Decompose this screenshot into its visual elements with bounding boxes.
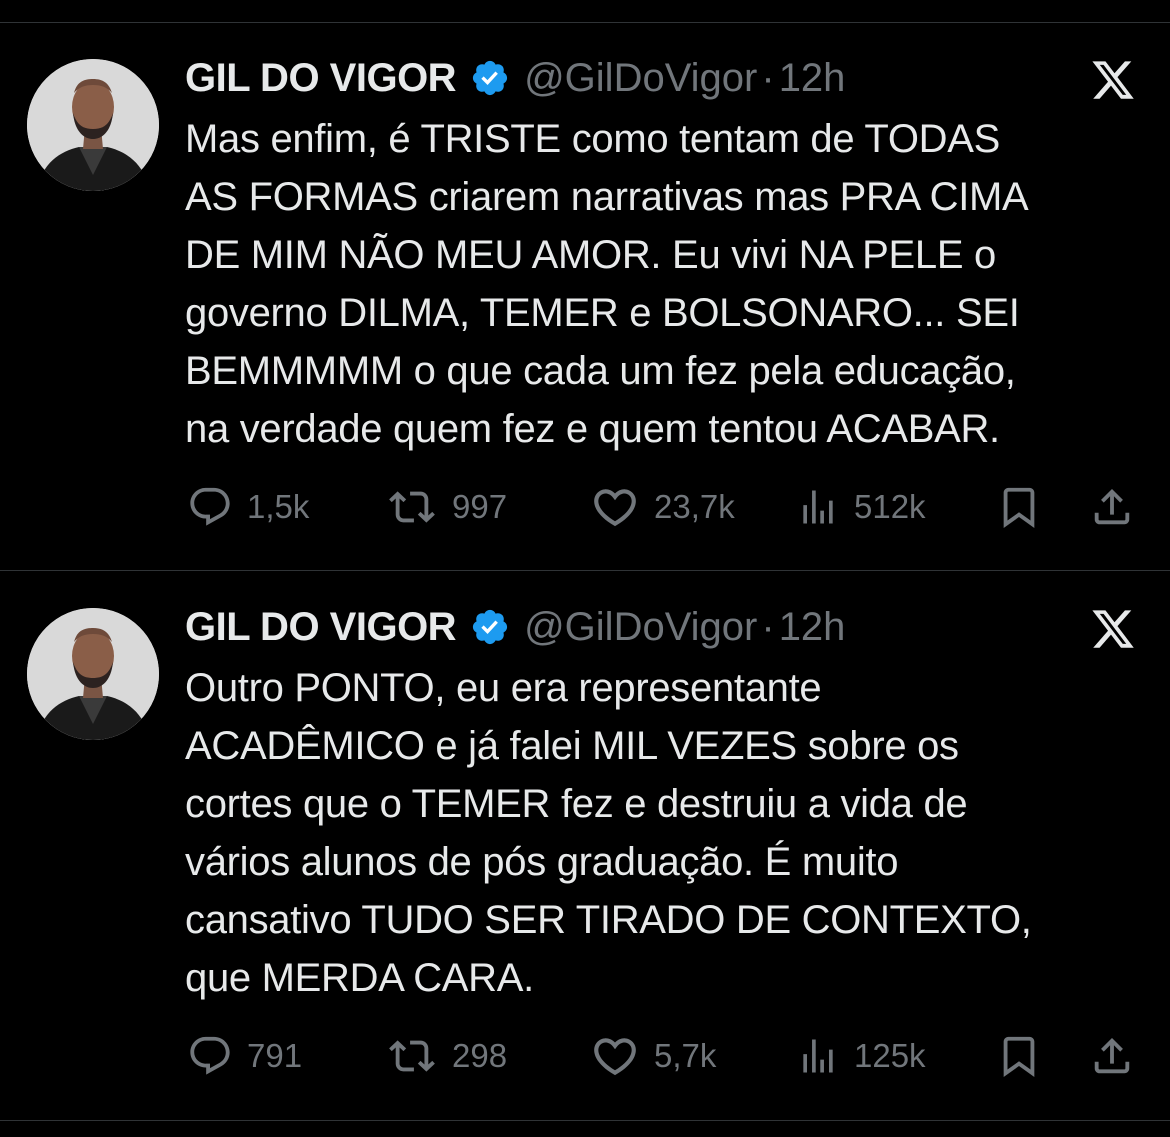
like-button[interactable]: 5,7k xyxy=(590,1031,716,1081)
reply-count: 1,5k xyxy=(247,488,310,525)
retweet-count: 997 xyxy=(452,488,508,525)
bookmark-button[interactable] xyxy=(996,482,1042,532)
share-button[interactable] xyxy=(1088,1031,1136,1081)
heart-icon xyxy=(590,482,640,532)
views-icon xyxy=(796,1033,840,1079)
tweet-card[interactable]: GIL DO VIGOR @GilDoVigor · 12h Outro PON… xyxy=(0,571,1170,1121)
handle[interactable]: @GilDoVigor xyxy=(524,605,757,650)
verified-badge-icon xyxy=(470,607,510,647)
avatar[interactable] xyxy=(27,608,159,740)
share-icon xyxy=(1088,1033,1136,1079)
avatar[interactable] xyxy=(27,59,159,191)
views-button[interactable]: 512k xyxy=(796,482,926,532)
bookmark-icon xyxy=(996,1033,1042,1079)
tweet-card[interactable]: GIL DO VIGOR @GilDoVigor · 12h Mas enfim… xyxy=(0,0,1170,570)
handle[interactable]: @GilDoVigor xyxy=(524,56,757,101)
tweet-text: Outro PONTO, eu era representante ACADÊM… xyxy=(185,666,1032,1000)
timestamp[interactable]: 12h xyxy=(779,56,846,101)
tweet-header: GIL DO VIGOR @GilDoVigor · 12h xyxy=(185,601,845,653)
bookmark-icon xyxy=(996,484,1042,530)
view-count: 512k xyxy=(854,488,926,525)
reply-icon xyxy=(187,484,233,530)
timestamp[interactable]: 12h xyxy=(779,605,846,650)
reply-button[interactable]: 1,5k xyxy=(187,482,309,532)
like-count: 23,7k xyxy=(654,488,735,525)
reply-button[interactable]: 791 xyxy=(187,1031,302,1081)
share-icon xyxy=(1088,484,1136,530)
view-count: 125k xyxy=(854,1037,926,1074)
x-logo-icon xyxy=(1088,606,1138,652)
like-button[interactable]: 23,7k xyxy=(590,482,735,532)
separator-dot: · xyxy=(761,604,775,649)
x-logo-icon xyxy=(1088,57,1138,103)
display-name[interactable]: GIL DO VIGOR xyxy=(185,56,457,101)
retweet-count: 298 xyxy=(452,1037,508,1074)
verified-badge-icon xyxy=(470,58,510,98)
retweet-icon xyxy=(386,1033,438,1079)
reply-icon xyxy=(187,1033,233,1079)
views-button[interactable]: 125k xyxy=(796,1031,926,1081)
tweet-header: GIL DO VIGOR @GilDoVigor · 12h xyxy=(185,52,845,104)
retweet-button[interactable]: 298 xyxy=(386,1031,507,1081)
bottom-divider xyxy=(0,1120,1170,1121)
separator-dot: · xyxy=(761,55,775,100)
retweet-icon xyxy=(386,484,438,530)
bookmark-button[interactable] xyxy=(996,1031,1042,1081)
views-icon xyxy=(796,484,840,530)
display-name[interactable]: GIL DO VIGOR xyxy=(185,605,457,650)
tweet-text: Mas enfim, é TRISTE como tentam de TODAS… xyxy=(185,117,1029,451)
heart-icon xyxy=(590,1031,640,1081)
reply-count: 791 xyxy=(247,1037,303,1074)
like-count: 5,7k xyxy=(654,1037,717,1074)
retweet-button[interactable]: 997 xyxy=(386,482,507,532)
share-button[interactable] xyxy=(1088,482,1136,532)
